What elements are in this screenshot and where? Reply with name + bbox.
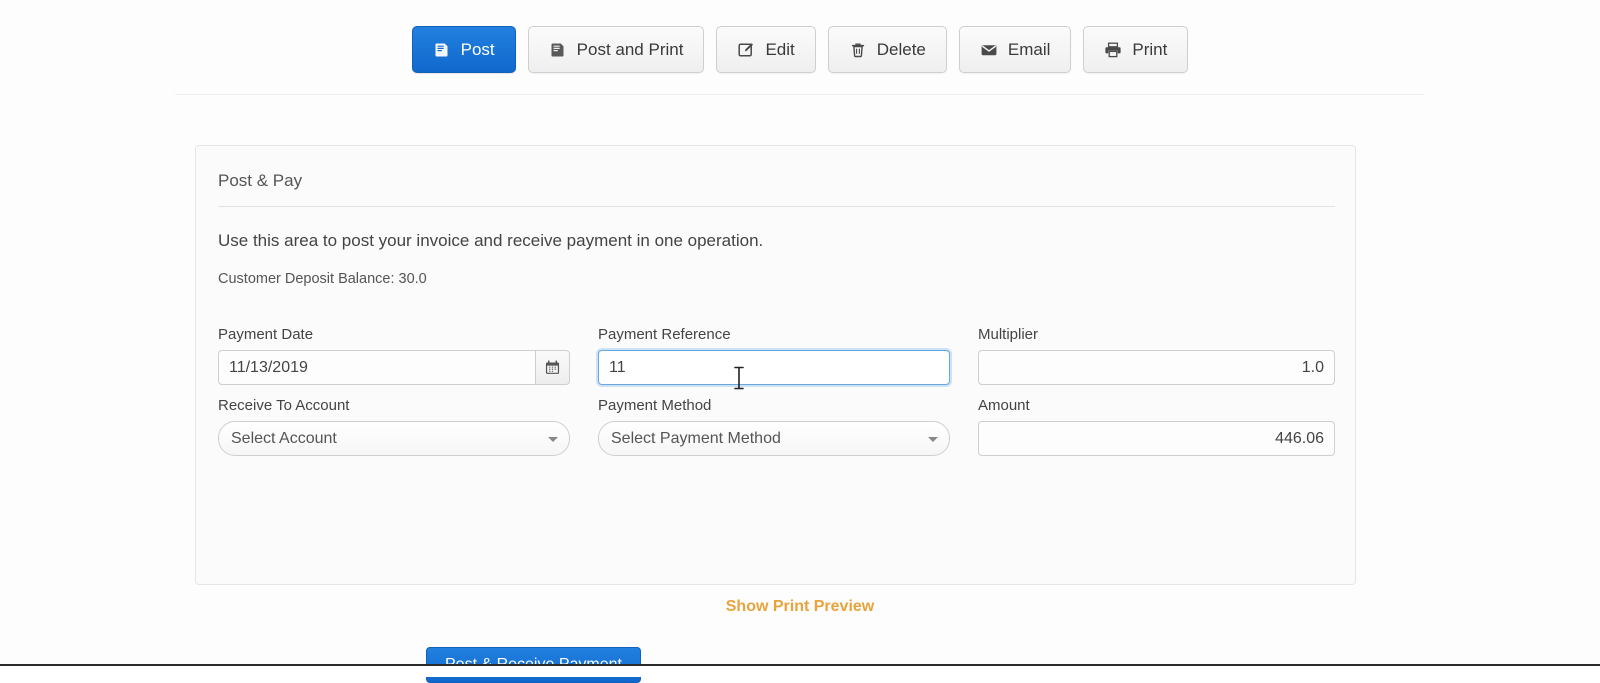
customer-deposit-balance: Customer Deposit Balance: 30.0	[218, 271, 427, 287]
trash-icon	[849, 41, 867, 59]
show-print-preview-link[interactable]: Show Print Preview	[0, 598, 1600, 616]
payment-method-select[interactable]: Select Payment Method	[598, 421, 950, 456]
edit-button[interactable]: Edit	[716, 26, 816, 73]
envelope-icon	[980, 41, 998, 59]
receive-to-account-value: Select Account	[231, 430, 337, 447]
payment-date-input-group	[218, 350, 570, 385]
post-and-print-button[interactable]: Post and Print	[527, 26, 705, 73]
page-root: Post Post and Print Edit Delete Email Pr…	[0, 0, 1600, 683]
payment-date-field: Payment Date	[218, 326, 598, 385]
panel-title-divider	[218, 206, 1335, 207]
post-and-print-button-label: Post and Print	[576, 40, 684, 59]
toolbar-divider	[175, 94, 1425, 95]
print-button-label: Print	[1132, 40, 1168, 59]
email-button[interactable]: Email	[958, 26, 1072, 73]
post-pay-form: Payment Date 11/13/2019 Payment Referenc…	[218, 326, 1335, 468]
show-print-preview-label: Show Print Preview	[725, 598, 875, 615]
edit-pencil-icon	[737, 41, 755, 59]
payment-method-value: Select Payment Method	[611, 430, 781, 447]
print-button[interactable]: Print	[1083, 26, 1189, 73]
multiplier-field: Multiplier	[978, 326, 1335, 385]
receive-to-account-select[interactable]: Select Account	[218, 421, 570, 456]
payment-reference-label: Payment Reference	[598, 326, 731, 343]
receive-to-account-field: Receive To Account Select Account	[218, 397, 598, 456]
post-and-pay-panel: Post & Pay Use this area to post your in…	[195, 145, 1356, 683]
multiplier-label: Multiplier	[978, 326, 1039, 343]
post-icon	[433, 41, 451, 59]
payment-reference-input[interactable]	[598, 350, 950, 385]
amount-field: Amount	[978, 397, 1335, 456]
window-bottom-fill	[0, 666, 1600, 677]
panel-title: Post & Pay	[218, 171, 303, 190]
payment-method-field: Payment Method Select Payment Method	[598, 397, 978, 456]
amount-input[interactable]	[978, 421, 1335, 456]
chevron-down-icon	[928, 436, 938, 442]
printer-icon	[1104, 41, 1122, 59]
action-toolbar: Post Post and Print Edit Delete Email Pr…	[0, 26, 1600, 73]
payment-method-label: Payment Method	[598, 397, 712, 414]
calendar-icon[interactable]	[536, 350, 570, 385]
chevron-down-icon	[548, 436, 558, 442]
form-row-2: Receive To Account Select Account Paymen…	[218, 397, 1335, 456]
post-button[interactable]: Post	[411, 26, 516, 73]
email-button-label: Email	[1007, 40, 1051, 59]
post-print-icon	[549, 41, 567, 59]
panel-description: Use this area to post your invoice and r…	[218, 231, 764, 250]
edit-button-label: Edit	[765, 40, 795, 59]
form-row-1: Payment Date 11/13/2019 Payment Referenc…	[218, 326, 1335, 385]
post-button-label: Post	[460, 40, 495, 59]
delete-button-label: Delete	[876, 40, 926, 59]
payment-date-input[interactable]	[218, 350, 536, 385]
receive-to-account-label: Receive To Account	[218, 397, 350, 414]
multiplier-input[interactable]	[978, 350, 1335, 385]
amount-label: Amount	[978, 397, 1030, 414]
payment-reference-field: Payment Reference	[598, 326, 978, 385]
payment-date-label: Payment Date	[218, 326, 314, 343]
delete-button[interactable]: Delete	[827, 26, 947, 73]
